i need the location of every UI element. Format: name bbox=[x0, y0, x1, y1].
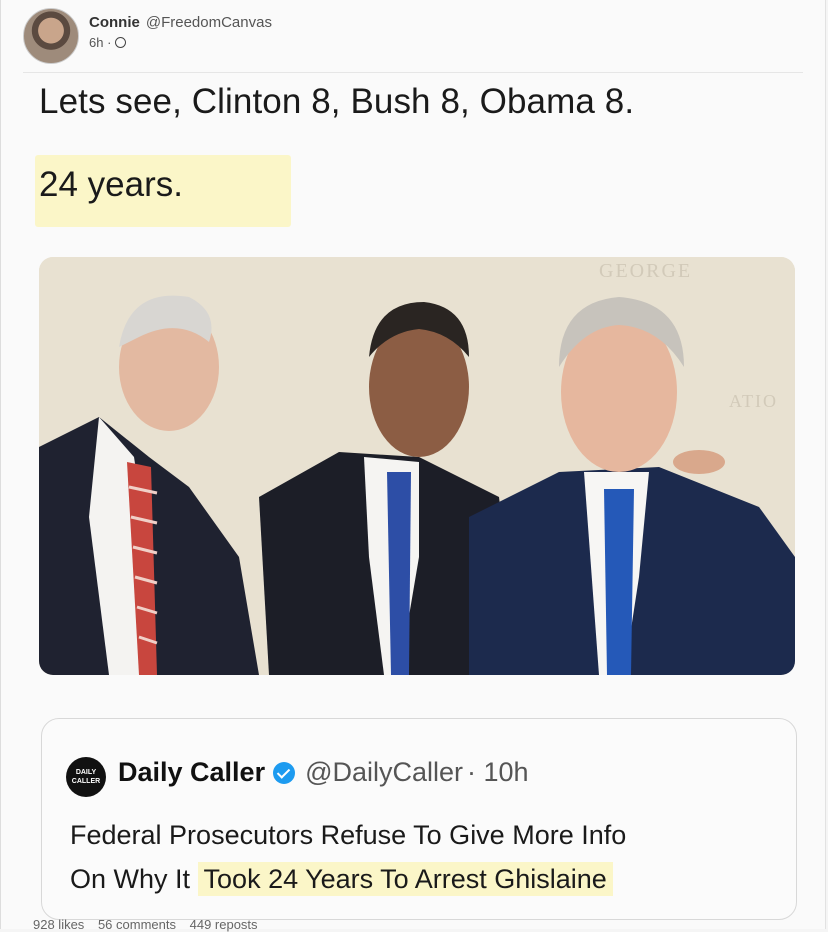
quoted-body-line1: Federal Prosecutors Refuse To Give More … bbox=[70, 820, 627, 850]
post-header: Connie @FreedomCanvas 6h · bbox=[23, 6, 803, 76]
engagement-stats: 928 likes 56 comments 449 reposts bbox=[33, 917, 268, 932]
author-line: Connie @FreedomCanvas bbox=[89, 14, 272, 31]
divider bbox=[23, 72, 803, 73]
post-text-line2: 24 years. bbox=[39, 165, 183, 204]
quoted-name[interactable]: Daily Caller bbox=[118, 757, 265, 788]
daily-caller-logo: DAILY CALLER bbox=[66, 757, 106, 797]
author-handle[interactable]: @FreedomCanvas bbox=[146, 14, 272, 31]
comments-count[interactable]: 56 comments bbox=[98, 917, 176, 932]
post-time: 6h · bbox=[89, 35, 112, 50]
verified-icon bbox=[273, 761, 296, 784]
quoted-tweet[interactable]: DAILY CALLER Daily Caller @DailyCaller ·… bbox=[41, 718, 797, 920]
post-card: Connie @FreedomCanvas 6h · Lets see, Clin… bbox=[0, 0, 826, 932]
author-meta: Connie @FreedomCanvas 6h · bbox=[89, 14, 272, 50]
quoted-body-highlight: Took 24 Years To Arrest Ghislaine bbox=[197, 862, 613, 896]
likes-count[interactable]: 928 likes bbox=[33, 917, 84, 932]
quoted-handle[interactable]: @DailyCaller bbox=[305, 757, 463, 788]
logo-text: DAILY CALLER bbox=[71, 769, 101, 785]
wall-text-1: GEORGE bbox=[599, 260, 692, 282]
quoted-header: Daily Caller @DailyCaller · 10h bbox=[118, 757, 529, 788]
avatar[interactable] bbox=[23, 8, 79, 64]
photo-illustration: GEORGE ATIO bbox=[39, 257, 795, 675]
quoted-body: Federal Prosecutors Refuse To Give More … bbox=[70, 813, 790, 901]
post-text-line1: Lets see, Clinton 8, Bush 8, Obama 8. bbox=[39, 82, 635, 121]
quoted-body-line2-start: On Why It bbox=[70, 864, 198, 894]
author-name[interactable]: Connie bbox=[89, 14, 140, 31]
post-photo[interactable]: GEORGE ATIO bbox=[39, 257, 795, 675]
quoted-time: · 10h bbox=[467, 757, 529, 787]
globe-icon bbox=[115, 37, 127, 48]
wall-text-2: ATIO bbox=[729, 391, 778, 411]
reposts-count[interactable]: 449 reposts bbox=[190, 917, 258, 932]
time-line: 6h · bbox=[89, 35, 272, 50]
quoted-body-line2: On Why It Took 24 Years To Arrest Ghisla… bbox=[70, 857, 790, 901]
